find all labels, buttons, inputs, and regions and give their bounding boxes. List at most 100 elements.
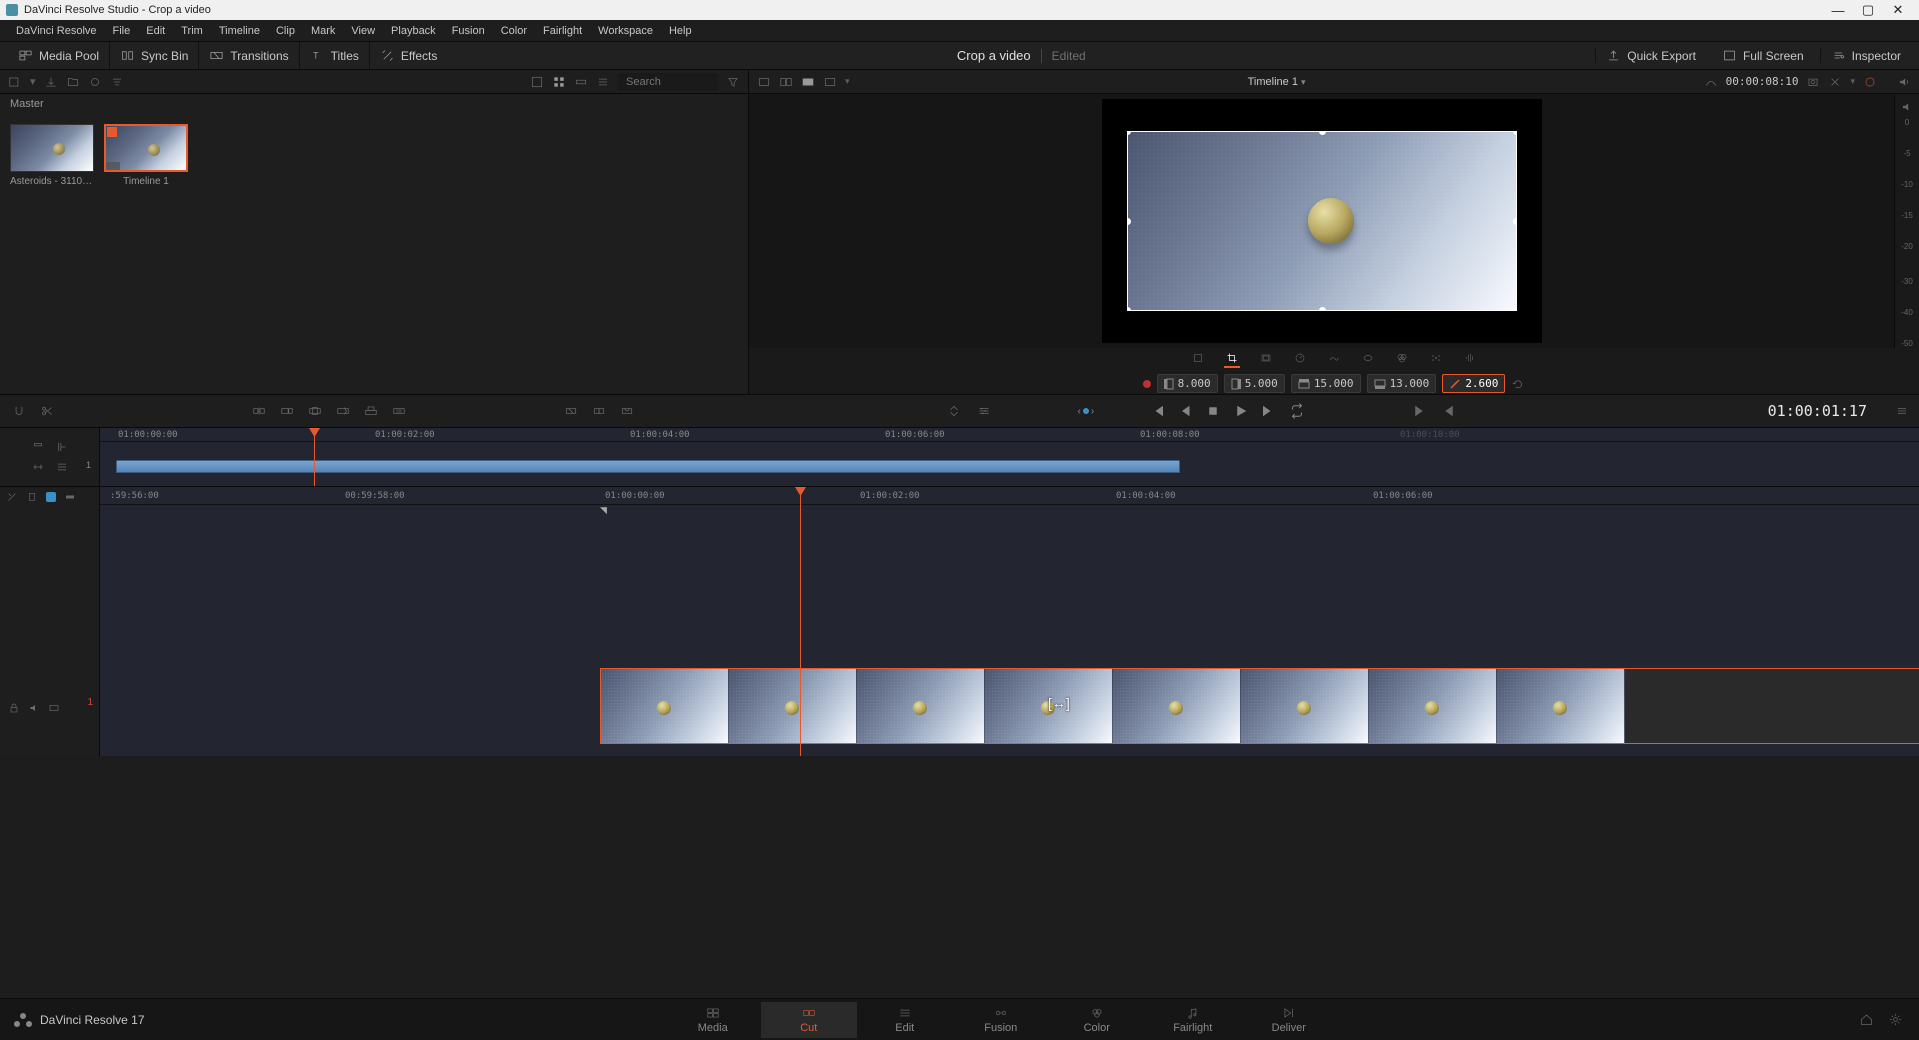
menu-davinci[interactable]: DaVinci Resolve bbox=[8, 22, 105, 40]
thumbnail-view-icon[interactable] bbox=[552, 75, 566, 89]
crop-tool-icon[interactable] bbox=[1224, 352, 1240, 368]
append-icon[interactable] bbox=[278, 404, 296, 418]
crop-handle-br[interactable] bbox=[1513, 307, 1517, 311]
safe-area-dropdown-icon[interactable]: ▾ bbox=[845, 76, 850, 87]
tool-effects[interactable]: Effects bbox=[370, 42, 447, 69]
menu-view[interactable]: View bbox=[343, 22, 383, 40]
close-button[interactable]: ✕ bbox=[1883, 2, 1913, 18]
page-deliver[interactable]: Deliver bbox=[1241, 1002, 1337, 1038]
minimize-button[interactable]: — bbox=[1823, 3, 1853, 18]
crop-handle-bc[interactable] bbox=[1319, 307, 1326, 311]
viewer-mode-2-icon[interactable] bbox=[779, 75, 793, 89]
crop-handle-ml[interactable] bbox=[1127, 218, 1131, 225]
bypass-icon[interactable] bbox=[1828, 75, 1842, 89]
camera-icon[interactable] bbox=[1428, 352, 1444, 368]
track-header-icon-1[interactable] bbox=[31, 440, 45, 454]
tool-quick-export[interactable]: Quick Export bbox=[1595, 48, 1706, 63]
media-clip-asteroids[interactable]: Asteroids - 31105... bbox=[10, 124, 94, 187]
menu-clip[interactable]: Clip bbox=[268, 22, 303, 40]
filter-icon[interactable] bbox=[726, 75, 740, 89]
page-media[interactable]: Media bbox=[665, 1002, 761, 1038]
timeline-overview-ruler[interactable]: 01:00:00:00 01:00:02:00 01:00:04:00 01:0… bbox=[100, 428, 1919, 442]
timeline-menu-icon[interactable] bbox=[1895, 404, 1909, 418]
speaker-meter-icon[interactable] bbox=[1900, 100, 1914, 114]
tools-dropdown-icon[interactable] bbox=[945, 404, 963, 418]
dynamic-zoom-icon[interactable] bbox=[1258, 352, 1274, 368]
crop-rectangle[interactable] bbox=[1127, 131, 1517, 311]
home-icon[interactable] bbox=[1859, 1012, 1874, 1027]
sync-icon[interactable] bbox=[88, 75, 102, 89]
prev-frame-icon[interactable] bbox=[1176, 402, 1194, 420]
source-overwrite-icon[interactable] bbox=[390, 404, 408, 418]
project-settings-icon[interactable] bbox=[1888, 1012, 1903, 1027]
page-edit[interactable]: Edit bbox=[857, 1002, 953, 1038]
capture-icon[interactable] bbox=[1806, 75, 1820, 89]
scissors-icon[interactable] bbox=[38, 404, 56, 418]
tool-full-screen[interactable]: Full Screen bbox=[1712, 48, 1814, 63]
smart-insert-icon[interactable] bbox=[250, 404, 268, 418]
loop-icon[interactable] bbox=[1288, 402, 1306, 420]
transform-tool-icon[interactable] bbox=[1190, 352, 1206, 368]
timeline-selector[interactable]: Timeline 1 ▾ bbox=[1248, 76, 1306, 88]
color-picker-icon[interactable] bbox=[1863, 75, 1877, 89]
dissolve-icon[interactable] bbox=[562, 404, 580, 418]
viewer-mode-1-icon[interactable] bbox=[757, 75, 771, 89]
source-timecode[interactable]: 00:00:08:10 bbox=[1726, 75, 1799, 88]
smooth-cut-icon[interactable] bbox=[618, 404, 636, 418]
lock-track-icon[interactable] bbox=[8, 702, 20, 714]
close-up-icon[interactable] bbox=[334, 404, 352, 418]
crop-top-field[interactable]: 15.000 bbox=[1291, 374, 1361, 393]
overview-playhead[interactable] bbox=[314, 428, 315, 486]
go-end-icon[interactable] bbox=[1260, 402, 1278, 420]
media-clip-timeline1[interactable]: Timeline 1 bbox=[104, 124, 188, 187]
menu-playback[interactable]: Playback bbox=[383, 22, 444, 40]
chevron-down-icon[interactable]: ▾ bbox=[30, 75, 36, 88]
media-search-input[interactable] bbox=[618, 73, 718, 91]
razor-mode-icon[interactable] bbox=[6, 491, 18, 503]
sort-icon[interactable] bbox=[110, 75, 124, 89]
menu-mark[interactable]: Mark bbox=[303, 22, 343, 40]
list-view-icon[interactable] bbox=[596, 75, 610, 89]
import-folder-icon[interactable] bbox=[66, 75, 80, 89]
track-header-icon-4[interactable] bbox=[55, 460, 69, 474]
page-color[interactable]: Color bbox=[1049, 1002, 1145, 1038]
video-track-icon[interactable] bbox=[48, 702, 60, 714]
crop-handle-tc[interactable] bbox=[1319, 131, 1326, 135]
tool-transitions[interactable]: Transitions bbox=[199, 42, 299, 69]
audio-tool-icon[interactable] bbox=[1462, 352, 1478, 368]
speed-icon[interactable] bbox=[1292, 352, 1308, 368]
mute-track-icon[interactable] bbox=[28, 702, 40, 714]
crop-softness-field[interactable]: 2.600 bbox=[1442, 374, 1505, 393]
crop-handle-bl[interactable] bbox=[1127, 307, 1131, 311]
page-fairlight[interactable]: Fairlight bbox=[1145, 1002, 1241, 1038]
next-edit-icon[interactable] bbox=[1410, 402, 1428, 420]
go-start-icon[interactable] bbox=[1148, 402, 1166, 420]
import-media-icon[interactable] bbox=[44, 75, 58, 89]
crop-left-field[interactable]: 8.000 bbox=[1157, 374, 1218, 393]
menu-trim[interactable]: Trim bbox=[173, 22, 211, 40]
stop-icon[interactable] bbox=[1204, 402, 1222, 420]
menu-color[interactable]: Color bbox=[493, 22, 535, 40]
menu-edit[interactable]: Edit bbox=[138, 22, 173, 40]
prev-edit-icon[interactable] bbox=[1440, 402, 1458, 420]
speaker-icon[interactable] bbox=[1897, 75, 1911, 89]
color-icon[interactable] bbox=[1394, 352, 1410, 368]
clip-on-timeline[interactable] bbox=[600, 668, 1919, 744]
metadata-view-icon[interactable] bbox=[530, 75, 544, 89]
menu-workspace[interactable]: Workspace bbox=[590, 22, 661, 40]
detail-playhead[interactable] bbox=[800, 487, 801, 756]
overview-clip[interactable] bbox=[116, 460, 1180, 473]
bypass-dropdown-icon[interactable]: ▾ bbox=[1850, 76, 1855, 87]
reset-crop-icon[interactable] bbox=[1511, 377, 1525, 391]
menu-fusion[interactable]: Fusion bbox=[444, 22, 493, 40]
tool-media-pool[interactable]: Media Pool bbox=[8, 42, 110, 69]
tool-inspector[interactable]: Inspector bbox=[1820, 48, 1911, 63]
bin-list-icon[interactable] bbox=[8, 75, 22, 89]
timeline-detail[interactable]: :59:56:00 00:59:58:00 01:00:00:00 01:00:… bbox=[100, 487, 1919, 756]
strip-view-icon[interactable] bbox=[574, 75, 588, 89]
viewer-canvas[interactable] bbox=[749, 94, 1894, 348]
track-header-icon-2[interactable] bbox=[55, 440, 69, 454]
page-fusion[interactable]: Fusion bbox=[953, 1002, 1049, 1038]
menu-file[interactable]: File bbox=[105, 22, 139, 40]
crop-handle-mr[interactable] bbox=[1513, 218, 1517, 225]
